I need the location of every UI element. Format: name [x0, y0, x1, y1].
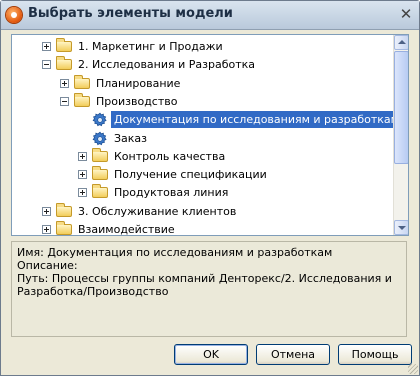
tree-item[interactable]: Получение спецификации [12, 165, 392, 185]
expand-plus-icon[interactable] [42, 225, 51, 234]
expand-plus-icon[interactable] [42, 42, 51, 51]
expand-plus-icon[interactable] [78, 188, 87, 198]
model-elements-tree[interactable]: 1. Маркетинг и Продажи 2. Исследования и … [11, 34, 409, 236]
tree-item[interactable]: Производство [12, 92, 392, 112]
tree-item[interactable]: Планирование [12, 74, 392, 94]
gear-icon [92, 112, 108, 128]
app-logo-icon [6, 7, 22, 23]
expand-plus-icon[interactable] [60, 78, 69, 88]
tree-item[interactable]: 2. Исследования и Разработка [12, 55, 392, 75]
folder-icon [56, 38, 72, 52]
tree-item[interactable]: Контроль качества [12, 147, 392, 167]
tree-item[interactable]: Заказ [12, 129, 392, 149]
tree-item[interactable]: Продуктовая линия [12, 183, 392, 203]
tree-item[interactable]: Документация по исследованиям и разработ… [12, 110, 402, 130]
dialog-window: Выбрать элементы модели ✕ 1. Маркетинг и… [0, 0, 420, 376]
details-description: Описание: [17, 259, 78, 272]
tree-item-label: Получение спецификации [114, 168, 267, 182]
tree-item-label: 3. Обслуживание клиентов [78, 204, 237, 218]
gear-icon [92, 131, 108, 147]
folder-icon [74, 92, 90, 107]
cancel-button[interactable]: Отмена [256, 344, 330, 365]
tree-item-label: Взаимодействие [78, 223, 175, 236]
title-bar[interactable]: Выбрать элементы модели ✕ [1, 1, 419, 30]
scrollbar-thumb[interactable] [394, 51, 408, 164]
tree-vertical-scrollbar[interactable] [393, 35, 408, 235]
tree-item-label: Планирование [96, 76, 181, 90]
details-name: Имя: Документация по исследованиям и раз… [17, 246, 333, 259]
tree-item-label: 2. Исследования и Разработка [78, 58, 256, 72]
scroll-down-arrow-icon[interactable] [394, 220, 408, 235]
tree-item-label: Продуктовая линия [114, 186, 229, 200]
tree-item-label: Заказ [114, 131, 148, 145]
collapse-minus-icon[interactable] [42, 60, 51, 70]
scroll-up-arrow-icon[interactable] [394, 35, 408, 50]
help-button[interactable]: Помощь [338, 344, 412, 365]
folder-icon [56, 56, 72, 71]
folder-icon [92, 166, 108, 181]
expand-plus-icon[interactable] [78, 170, 87, 180]
folder-icon [56, 202, 72, 217]
resize-grip-icon[interactable] [408, 364, 418, 374]
tree-item[interactable]: 3. Обслуживание клиентов [12, 202, 392, 222]
expand-plus-icon[interactable] [78, 151, 87, 161]
folder-icon [74, 74, 90, 89]
window-title: Выбрать элементы модели [28, 6, 233, 21]
collapse-minus-icon[interactable] [60, 96, 69, 106]
tree-item[interactable]: 1. Маркетинг и Продажи [12, 37, 392, 57]
folder-icon [92, 147, 108, 162]
close-icon[interactable]: ✕ [397, 6, 415, 24]
tree-item[interactable]: Взаимодействие [12, 220, 392, 236]
tree-item-label: Контроль качества [114, 149, 226, 163]
element-details-panel: Имя: Документация по исследованиям и раз… [11, 241, 407, 337]
folder-icon [92, 184, 108, 199]
tree-item-label: Документация по исследованиям и разработ… [111, 111, 402, 129]
expand-plus-icon[interactable] [42, 206, 51, 216]
ok-button[interactable]: OK [174, 344, 248, 365]
folder-icon [56, 221, 72, 235]
tree-item-label: Производство [96, 94, 178, 108]
tree-item-label: 1. Маркетинг и Продажи [78, 40, 223, 53]
details-path: Путь: Процессы группы компаний Денторекс… [17, 272, 396, 298]
